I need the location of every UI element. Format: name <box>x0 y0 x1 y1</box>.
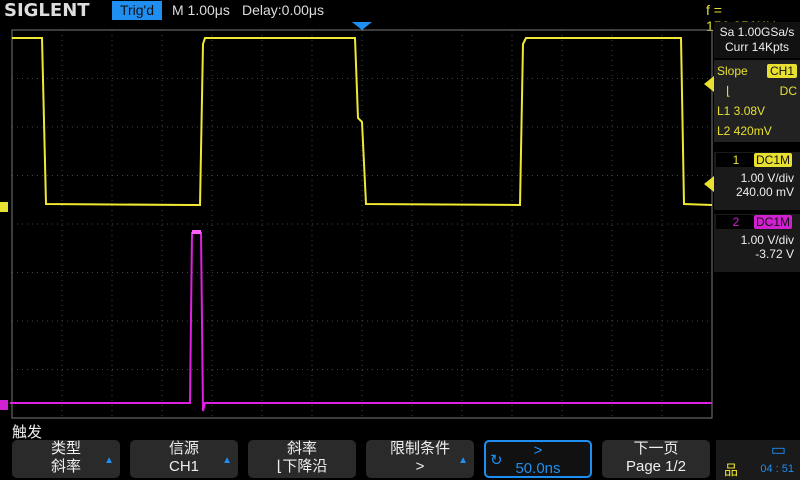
ch1-ground-marker <box>0 202 8 212</box>
ch1-waveform <box>12 37 713 207</box>
trigger-status[interactable]: Trig'd <box>112 1 162 20</box>
trigger-type: Slope <box>717 64 748 78</box>
falling-edge-icon: ⌊ <box>726 84 731 98</box>
acquisition-info: Sa 1.00GSa/s Curr 14Kpts <box>714 22 800 58</box>
softkey-value: ⌊下降沿 <box>276 458 328 475</box>
trigger-info-panel[interactable]: Slope CH1 ⌊ DC L1 3.08V L2 420mV <box>714 60 800 142</box>
softkey-1[interactable]: 类型 斜率 ▲ <box>12 440 120 478</box>
right-panel: Sa 1.00GSa/s Curr 14Kpts Slope CH1 ⌊ DC … <box>714 22 800 272</box>
channel-1-panel[interactable]: 1 DC1M 1.00 V/div 240.00 mV <box>714 152 800 210</box>
network-icon: 品 <box>724 462 738 478</box>
trigger-level-2: L2 420mV <box>717 124 772 138</box>
trigger-level-l2-marker <box>704 176 714 192</box>
softkey-5[interactable]: >50.0ns ↻ <box>484 440 592 478</box>
top-bar: SIGLENT Trig'd M 1.00μs Delay:0.00μs f =… <box>0 0 800 34</box>
channel-2-panel[interactable]: 2 DC1M 1.00 V/div -3.72 V <box>714 214 800 272</box>
graticule <box>11 29 713 419</box>
channel-coupling: DC1M <box>753 215 792 229</box>
channel-number: 2 <box>716 215 756 229</box>
softkey-2[interactable]: 信源 CH1 ▲ <box>130 440 238 478</box>
channel-scale: 1.00 V/div <box>740 233 794 247</box>
channel-offset: 240.00 mV <box>735 185 794 199</box>
waveform-display[interactable] <box>0 22 714 420</box>
sample-rate: Sa 1.00GSa/s <box>719 25 795 39</box>
channel-coupling: DC1M <box>753 153 792 167</box>
softkey-4[interactable]: 限制条件 > ▲ <box>366 440 474 478</box>
trigger-source: CH1 <box>766 64 797 78</box>
softkey-3[interactable]: 斜率 ⌊下降沿 <box>248 440 356 478</box>
status-area: ▭ 品 04 : 51 <box>716 440 800 480</box>
softkey-label: 下一页 <box>633 440 679 457</box>
display-icon: ▭ <box>770 442 786 459</box>
channel-number: 1 <box>716 153 756 167</box>
trigger-coupling: DC <box>779 84 797 98</box>
softkey-value: Page 1/2 <box>625 458 687 475</box>
softkey-6[interactable]: 下一页 Page 1/2 <box>602 440 710 478</box>
memory-depth: Curr 14Kpts <box>724 40 790 54</box>
delay[interactable]: Delay:0.00μs <box>242 2 324 18</box>
clock: 04 : 51 <box>760 463 794 475</box>
channel-scale: 1.00 V/div <box>740 171 794 185</box>
ch2-waveform <box>10 232 712 412</box>
knob-icon: ↻ <box>490 452 503 469</box>
trigger-level-1: L1 3.08V <box>717 104 766 118</box>
ch2-ground-marker <box>0 400 8 410</box>
up-arrow-icon: ▲ <box>104 455 114 466</box>
channel-offset: -3.72 V <box>755 247 794 261</box>
trigger-level-l1-marker <box>704 76 714 92</box>
up-arrow-icon: ▲ <box>458 455 468 466</box>
trigger-position-marker <box>352 22 372 30</box>
brand-logo: SIGLENT <box>4 0 90 21</box>
up-arrow-icon: ▲ <box>222 455 232 466</box>
softkey-label: 斜率 <box>286 440 317 457</box>
menu-title: 触发 <box>12 424 43 441</box>
timebase[interactable]: M 1.00μs <box>172 2 230 18</box>
